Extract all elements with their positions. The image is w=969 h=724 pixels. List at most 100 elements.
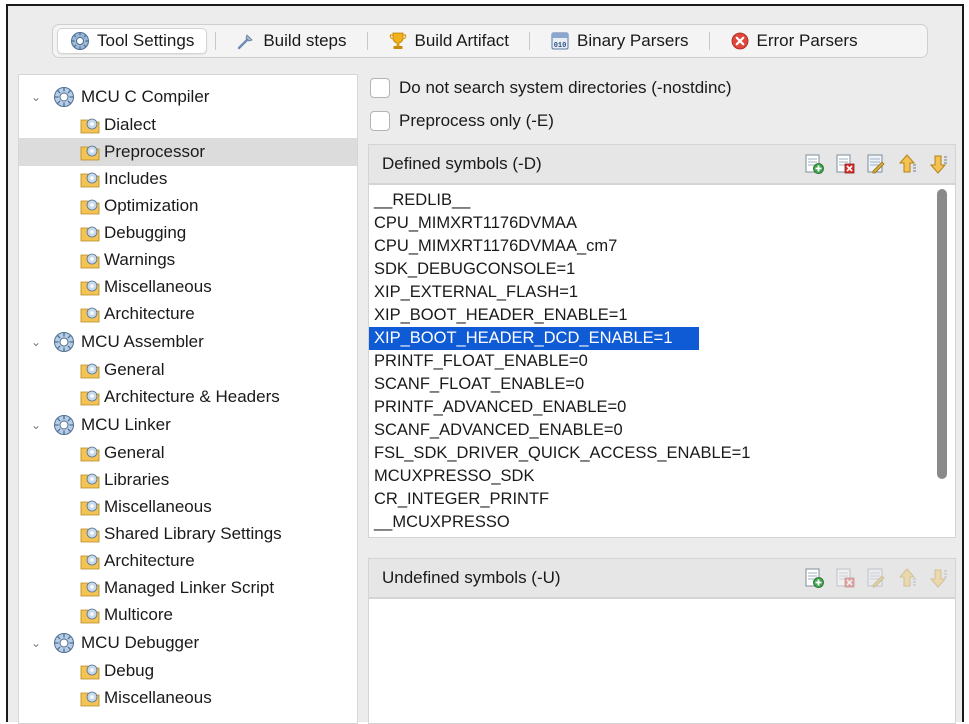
tree-group-mcu-linker[interactable]: ⌄ MCU Linker xyxy=(19,411,357,439)
add-icon[interactable] xyxy=(803,153,825,175)
move-down-icon[interactable] xyxy=(927,567,949,589)
tree-item-label: General xyxy=(104,360,165,379)
list-item[interactable]: XIP_EXTERNAL_FLASH=1 xyxy=(369,281,578,304)
svg-text:010: 010 xyxy=(554,42,567,50)
add-icon[interactable] xyxy=(803,567,825,589)
option-category-icon xyxy=(80,253,100,269)
tree-item-miscellaneous[interactable]: Miscellaneous xyxy=(19,684,357,712)
wrench-icon xyxy=(238,34,254,50)
tree-item-label: Dialect xyxy=(104,115,156,134)
option-category-icon xyxy=(80,527,100,543)
list-item[interactable]: SCANF_FLOAT_ENABLE=0 xyxy=(369,373,584,396)
defined-symbols-toolbar xyxy=(803,153,949,175)
nostdinc-checkbox[interactable] xyxy=(370,78,390,98)
list-item[interactable]: XIP_BOOT_HEADER_ENABLE=1 xyxy=(369,304,628,327)
list-item[interactable]: CR_INTEGER_PRINTF xyxy=(369,488,549,511)
tab-label: Error Parsers xyxy=(756,31,858,50)
list-item[interactable]: __MCUXPRESSO xyxy=(369,511,510,534)
tree-item-libraries[interactable]: Libraries xyxy=(19,466,357,494)
tree-item-label: Miscellaneous xyxy=(104,497,212,516)
tree-item-general[interactable]: General xyxy=(19,439,357,467)
tab-error-parsers[interactable]: Error Parsers xyxy=(718,28,870,54)
list-item-selected[interactable]: XIP_BOOT_HEADER_DCD_ENABLE=1 xyxy=(369,327,699,350)
tree-group-mcu-assembler[interactable]: ⌄ MCU Assembler xyxy=(19,328,357,356)
list-item[interactable]: SDK_DEBUGCONSOLE=1 xyxy=(369,258,575,281)
option-category-icon xyxy=(80,172,100,188)
tree-item-multicore[interactable]: Multicore xyxy=(19,601,357,629)
tool-gear-icon xyxy=(54,332,74,352)
tree-item-label: Optimization xyxy=(104,196,199,215)
option-category-icon xyxy=(80,581,100,597)
chevron-down-icon[interactable]: ⌄ xyxy=(28,417,44,433)
tree-group-mcu-c-compiler[interactable]: ⌄ MCU C Compiler xyxy=(19,83,357,111)
tree-item-label: General xyxy=(104,443,165,462)
tree-item-label: Includes xyxy=(104,169,168,188)
option-category-icon xyxy=(80,500,100,516)
tree-item-label: Managed Linker Script xyxy=(104,578,275,597)
tab-build-steps[interactable]: Build steps xyxy=(224,28,358,54)
scrollbar[interactable] xyxy=(937,189,947,479)
tree-item-label: Libraries xyxy=(104,470,170,489)
move-up-icon[interactable] xyxy=(896,567,918,589)
tree-item-debug[interactable]: Debug xyxy=(19,657,357,685)
list-item[interactable]: CPU_MIMXRT1176DVMAA_cm7 xyxy=(369,235,617,258)
tab-separator xyxy=(366,32,368,50)
tree-item-architecture[interactable]: Architecture xyxy=(19,547,357,575)
list-item[interactable]: __REDLIB__ xyxy=(369,189,470,212)
delete-icon[interactable] xyxy=(834,567,856,589)
preprocess-only-checkbox[interactable] xyxy=(370,111,390,131)
option-category-icon xyxy=(80,554,100,570)
defined-symbols-list[interactable]: __REDLIB__ CPU_MIMXRT1176DVMAA CPU_MIMXR… xyxy=(368,184,956,538)
tree-item-optimization[interactable]: Optimization xyxy=(19,192,357,220)
tab-label: Build Artifact xyxy=(414,31,510,50)
list-item[interactable]: SCANF_ADVANCED_ENABLE=0 xyxy=(369,419,623,442)
tree-item-architecture[interactable]: Architecture xyxy=(19,300,357,328)
move-down-icon[interactable] xyxy=(927,153,949,175)
tree-item-architecture-headers[interactable]: Architecture & Headers xyxy=(19,383,357,411)
move-up-icon[interactable] xyxy=(896,153,918,175)
tree-item-dialect[interactable]: Dialect xyxy=(19,111,357,139)
option-category-icon xyxy=(80,280,100,296)
undefined-symbols-list[interactable] xyxy=(368,598,956,724)
chevron-down-icon[interactable]: ⌄ xyxy=(28,334,44,350)
tree-item-warnings[interactable]: Warnings xyxy=(19,246,357,274)
tree-item-miscellaneous[interactable]: Miscellaneous xyxy=(19,273,357,301)
tree-item-label: Miscellaneous xyxy=(104,688,212,707)
tab-binary-parsers[interactable]: 010 Binary Parsers xyxy=(538,28,700,54)
list-item[interactable]: PRINTF_FLOAT_ENABLE=0 xyxy=(369,350,588,373)
tool-gear-icon xyxy=(54,87,74,107)
tab-build-artifact[interactable]: Build Artifact xyxy=(376,28,522,54)
tree-item-debugging[interactable]: Debugging xyxy=(19,219,357,247)
option-category-icon xyxy=(80,691,100,707)
option-category-icon xyxy=(80,145,100,161)
tree-item-managed-linker-script[interactable]: Managed Linker Script xyxy=(19,574,357,602)
tree-item-general[interactable]: General xyxy=(19,356,357,384)
undefined-symbols-header: Undefined symbols (-U) xyxy=(368,558,956,598)
nostdinc-option[interactable]: Do not search system directories (-nostd… xyxy=(370,76,732,100)
tree-item-label: Shared Library Settings xyxy=(104,524,282,543)
delete-icon[interactable] xyxy=(834,153,856,175)
tool-gear-icon xyxy=(54,633,74,653)
tab-tool-settings[interactable]: Tool Settings xyxy=(57,28,208,54)
list-item[interactable]: MCUXPRESSO_SDK xyxy=(369,465,534,488)
tree-item-label: Architecture & Headers xyxy=(104,387,280,406)
list-item[interactable]: FSL_SDK_DRIVER_QUICK_ACCESS_ENABLE=1 xyxy=(369,442,750,465)
undefined-symbols-title: Undefined symbols (-U) xyxy=(382,568,561,587)
option-category-icon xyxy=(80,608,100,624)
tool-gear-icon xyxy=(54,415,74,435)
tree-item-shared-library-settings[interactable]: Shared Library Settings xyxy=(19,520,357,548)
chevron-down-icon[interactable]: ⌄ xyxy=(28,89,44,105)
edit-icon[interactable] xyxy=(865,153,887,175)
chevron-down-icon[interactable]: ⌄ xyxy=(28,635,44,651)
edit-icon[interactable] xyxy=(865,567,887,589)
tree-item-miscellaneous[interactable]: Miscellaneous xyxy=(19,493,357,521)
tab-bar: Tool Settings Build steps Build Artifact xyxy=(52,24,928,58)
preprocess-only-label: Preprocess only (-E) xyxy=(399,111,554,130)
tree-group-mcu-debugger[interactable]: ⌄ MCU Debugger xyxy=(19,629,357,657)
tree-item-includes[interactable]: Includes xyxy=(19,165,357,193)
preprocess-only-option[interactable]: Preprocess only (-E) xyxy=(370,109,554,133)
tree-item-preprocessor[interactable]: Preprocessor xyxy=(19,138,357,166)
list-item[interactable]: CPU_MIMXRT1176DVMAA xyxy=(369,212,577,235)
list-item[interactable]: PRINTF_ADVANCED_ENABLE=0 xyxy=(369,396,626,419)
tree-item-label: Debug xyxy=(104,661,155,680)
